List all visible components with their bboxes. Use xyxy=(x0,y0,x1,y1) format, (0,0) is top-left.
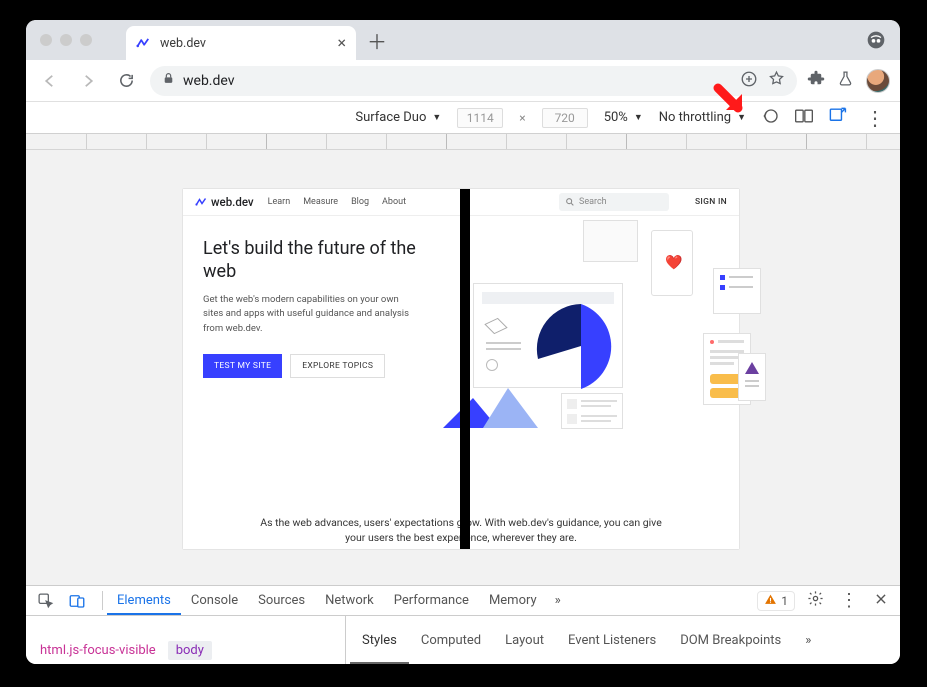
extension-icons xyxy=(807,69,890,93)
profile-avatar[interactable] xyxy=(866,69,890,93)
device-select[interactable]: Surface Duo ▼ xyxy=(355,110,441,125)
nav-blog[interactable]: Blog xyxy=(351,197,369,207)
profile-indicator-icon[interactable] xyxy=(866,30,886,54)
tab-sources[interactable]: Sources xyxy=(248,586,315,615)
tab-console[interactable]: Console xyxy=(181,586,248,615)
hero-subtitle: Get the web's modern capabilities on you… xyxy=(203,293,413,336)
devtools-menu-icon[interactable]: ⋮ xyxy=(836,590,862,611)
browser-toolbar: web.dev xyxy=(26,60,900,102)
device-name: Surface Duo xyxy=(355,110,426,125)
nav-measure[interactable]: Measure xyxy=(303,197,338,207)
devtools-tab-bar: Elements Console Sources Network Perform… xyxy=(26,586,900,616)
address-bar[interactable]: web.dev xyxy=(150,66,797,96)
breadcrumb-body[interactable]: body xyxy=(168,641,212,660)
toggle-device-toolbar-icon[interactable] xyxy=(64,592,90,610)
sign-in-button[interactable]: SIGN IN xyxy=(695,197,727,207)
width-input[interactable]: 1114 xyxy=(457,108,503,128)
maximize-window-dot[interactable] xyxy=(80,34,92,46)
dimension-separator: × xyxy=(519,111,525,125)
inspect-element-icon[interactable] xyxy=(32,592,58,609)
site-brand-text: web.dev xyxy=(211,195,254,209)
nav-about[interactable]: About xyxy=(382,197,406,207)
close-devtools-icon[interactable] xyxy=(870,592,892,610)
dom-breadcrumb: html.js-focus-visible body xyxy=(26,616,346,664)
forward-button[interactable] xyxy=(74,67,102,95)
tab-performance[interactable]: Performance xyxy=(384,586,479,615)
subtab-layout[interactable]: Layout xyxy=(493,616,556,664)
new-tab-button[interactable]: ＋ xyxy=(362,25,392,55)
tab-favicon xyxy=(136,35,152,51)
height-input[interactable]: 720 xyxy=(542,108,588,128)
rotate-icon[interactable] xyxy=(762,107,780,129)
browser-window: web.dev × ＋ web.dev Surface Duo xyxy=(26,20,900,664)
hero-illustration: ❤️ xyxy=(453,238,719,499)
url-text: web.dev xyxy=(183,73,732,89)
tab-title: web.dev xyxy=(160,36,329,51)
chevron-down-icon: ▼ xyxy=(432,112,441,123)
warning-icon xyxy=(764,593,777,609)
tab-memory[interactable]: Memory xyxy=(479,586,547,615)
subtab-event-listeners[interactable]: Event Listeners xyxy=(556,616,668,664)
emulated-viewport-area: web.dev Learn Measure Blog About Search … xyxy=(26,150,900,585)
site-logo[interactable]: web.dev xyxy=(195,195,254,209)
warnings-chip[interactable]: 1 xyxy=(757,591,795,611)
device-posture-icon[interactable] xyxy=(828,106,847,129)
breadcrumb-html[interactable]: html.js-focus-visible xyxy=(32,641,164,660)
window-controls xyxy=(26,20,106,60)
zoom-select[interactable]: 50% ▼ xyxy=(604,110,643,125)
install-pwa-icon[interactable] xyxy=(740,70,758,92)
subtab-dom-breakpoints[interactable]: DOM Breakpoints xyxy=(668,616,793,664)
more-subtabs-icon[interactable]: » xyxy=(793,616,823,664)
lock-icon xyxy=(162,72,175,89)
hero-title: Let's build the future of the web xyxy=(203,238,443,283)
site-nav: Learn Measure Blog About xyxy=(268,197,406,207)
tab-strip: web.dev × ＋ xyxy=(26,20,900,60)
throttling-select[interactable]: No throttling ▼ xyxy=(659,110,746,125)
chevron-down-icon: ▼ xyxy=(634,112,643,123)
device-toolbar: Surface Duo ▼ 1114 × 720 50% ▼ No thrott… xyxy=(26,102,900,134)
zoom-value: 50% xyxy=(604,110,628,125)
reload-button[interactable] xyxy=(112,67,140,95)
emulated-page: web.dev Learn Measure Blog About Search … xyxy=(183,189,739,549)
tab-elements[interactable]: Elements xyxy=(107,586,181,615)
throttling-value: No throttling xyxy=(659,110,731,125)
warnings-count: 1 xyxy=(781,594,788,608)
styles-subtabs: Styles Computed Layout Event Listeners D… xyxy=(346,616,900,664)
nav-learn[interactable]: Learn xyxy=(268,197,291,207)
subtab-computed[interactable]: Computed xyxy=(409,616,493,664)
close-window-dot[interactable] xyxy=(40,34,52,46)
test-my-site-button[interactable]: TEST MY SITE xyxy=(203,354,282,378)
site-search[interactable]: Search xyxy=(559,193,669,211)
dual-screen-icon[interactable] xyxy=(794,107,814,129)
search-placeholder: Search xyxy=(579,197,607,207)
settings-gear-icon[interactable] xyxy=(803,590,828,611)
minimize-window-dot[interactable] xyxy=(60,34,72,46)
back-button[interactable] xyxy=(36,67,64,95)
device-hinge xyxy=(460,189,470,549)
chevron-down-icon: ▼ xyxy=(737,112,746,123)
devtools-panel: Elements Console Sources Network Perform… xyxy=(26,585,900,664)
bookmark-star-icon[interactable] xyxy=(768,70,785,92)
explore-topics-button[interactable]: EXPLORE TOPICS xyxy=(290,354,385,378)
labs-icon[interactable] xyxy=(837,70,854,91)
more-tabs-icon[interactable]: » xyxy=(547,586,569,615)
tab-close-button[interactable]: × xyxy=(337,35,346,51)
device-toolbar-menu[interactable]: ⋮ xyxy=(861,106,888,130)
extensions-icon[interactable] xyxy=(807,70,825,92)
ruler xyxy=(26,134,900,150)
tab-network[interactable]: Network xyxy=(315,586,384,615)
browser-tab[interactable]: web.dev × xyxy=(126,26,356,60)
subtab-styles[interactable]: Styles xyxy=(350,616,409,664)
